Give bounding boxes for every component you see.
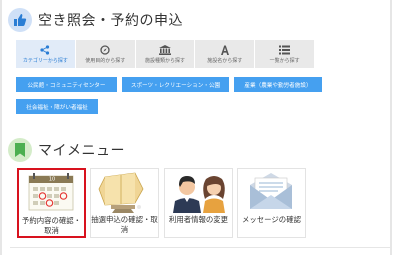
tab-facility-name-label: 施設名から探す — [207, 58, 243, 64]
list-icon — [279, 44, 291, 55]
page: 空き照会・予約の申込 カテゴリーから探す 使用目的から探す 施設種類から探す 施… — [0, 0, 400, 255]
card-lottery-check-label: 抽選申込の確認・取消 — [91, 215, 158, 234]
calendar-icon: 10 — [19, 170, 84, 214]
mymenu-section-title: マイメニュー — [38, 143, 125, 159]
reserve-section-header: 空き照会・予約の申込 — [8, 7, 183, 33]
tab-category-label: カテゴリーから探す — [22, 58, 68, 64]
tab-purpose-label: 使用目的から探す — [85, 58, 126, 64]
thumbs-up-icon — [8, 8, 32, 32]
category-button-sports[interactable]: スポーツ・レクリエーション・公園 — [122, 77, 229, 92]
mail-icon — [238, 169, 305, 213]
category-button-industry[interactable]: 産業（農業や勤労者施設） — [234, 77, 322, 92]
lottery-drum-icon — [91, 169, 158, 213]
compass-icon — [100, 44, 110, 55]
category-button-welfare[interactable]: 社会福祉・障がい者福祉 — [16, 99, 98, 114]
tab-facility-type-label: 施設種類から探す — [144, 58, 185, 64]
card-user-info[interactable]: 利用者情報の変更 — [164, 168, 233, 238]
tab-list-label: 一覧から探す — [269, 58, 300, 64]
right-border — [390, 0, 392, 255]
card-messages[interactable]: メッセージの確認 — [237, 168, 306, 238]
card-reservation-check[interactable]: 10 予約内容の確認・取消 — [17, 168, 86, 238]
category-button-community[interactable]: 公民館・コミュニティセンター — [16, 77, 117, 92]
divider — [10, 247, 390, 248]
card-lottery-check[interactable]: 抽選申込の確認・取消 — [90, 168, 159, 238]
tab-purpose[interactable]: 使用目的から探す — [75, 40, 135, 68]
tab-facility-name[interactable]: 施設名から探す — [195, 40, 255, 68]
tab-list[interactable]: 一覧から探す — [255, 40, 314, 68]
building-icon — [158, 44, 171, 55]
tab-category[interactable]: カテゴリーから探す — [16, 40, 75, 68]
svg-text:10: 10 — [49, 177, 55, 183]
reserve-section-title: 空き照会・予約の申込 — [38, 13, 183, 29]
share-icon — [40, 44, 50, 55]
search-tabs: カテゴリーから探す 使用目的から探す 施設種類から探す 施設名から探す 一覧から… — [16, 40, 314, 68]
letter-a-icon — [220, 44, 230, 55]
left-border — [0, 0, 2, 255]
card-messages-label: メッセージの確認 — [242, 215, 301, 224]
users-icon — [165, 169, 232, 213]
mymenu-section-header: マイメニュー — [8, 137, 125, 163]
tab-facility-type[interactable]: 施設種類から探す — [135, 40, 195, 68]
bookmark-icon — [8, 138, 32, 162]
card-reservation-check-label: 予約内容の確認・取消 — [21, 216, 82, 235]
card-user-info-label: 利用者情報の変更 — [168, 215, 229, 224]
